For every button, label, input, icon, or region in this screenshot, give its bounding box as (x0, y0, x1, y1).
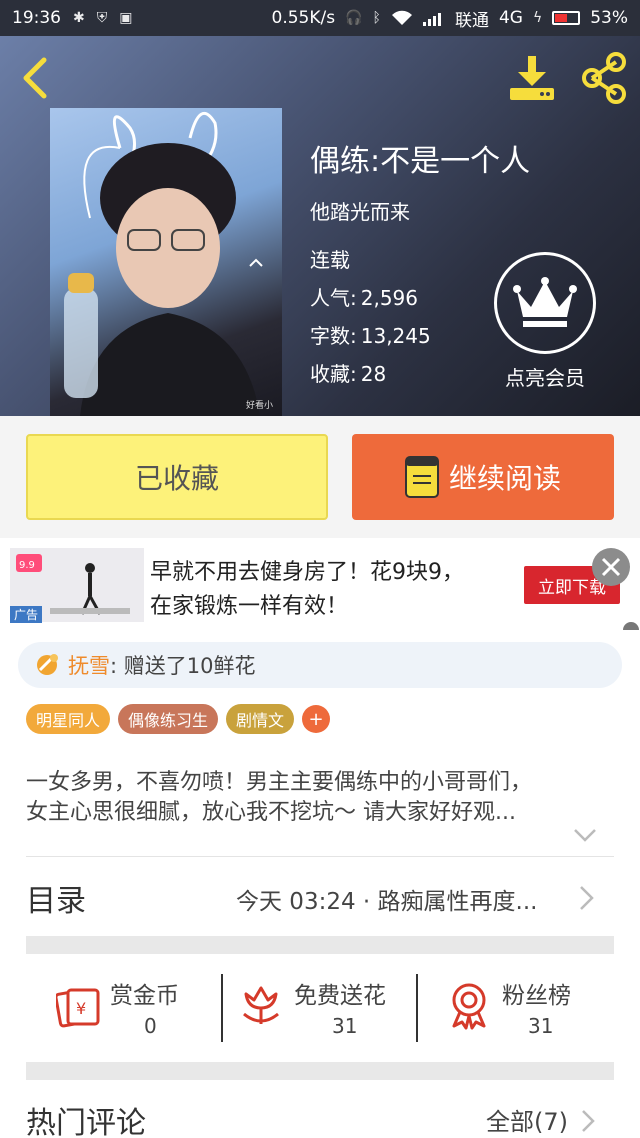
gift-message: : 赠送了10鲜花 (110, 654, 256, 678)
stats-row: ¥ 赏金币 0 免费送花 31 粉丝榜 31 (26, 956, 614, 1056)
back-icon[interactable] (14, 54, 58, 102)
flower-gift-icon (243, 986, 279, 1024)
cover-watermark: 好看小 (246, 399, 273, 411)
vip-label: 点亮会员 (505, 366, 585, 390)
gift-user: 抚雪 (68, 654, 110, 678)
book-author[interactable]: 他踏光而来 (310, 196, 410, 225)
word-count-label: 字数: (310, 324, 357, 348)
table-of-contents-row[interactable]: 目录 今天 03:24 · 路痴属性再度... (0, 860, 640, 936)
shield-icon: ⛨ (96, 10, 108, 26)
popularity-value: 2,596 (360, 286, 419, 310)
book-status: 连载 (310, 248, 350, 272)
toc-label: 目录 (26, 884, 86, 919)
android-icon: ▣ (119, 10, 133, 26)
section-separator (26, 936, 614, 954)
signal-icon (422, 13, 441, 26)
expand-chevron-icon[interactable] (572, 826, 598, 844)
action-bar: 已收藏 继续阅读 (0, 416, 640, 538)
word-count-row: 字数: 13,245 (310, 320, 431, 349)
description-line-2: 女主心思很细腻，放心我不挖坑～ 请大家好好观... (26, 800, 516, 825)
favorites-label: 收藏: (310, 362, 357, 386)
gift-notice[interactable]: 抚雪 : 赠送了10鲜花 (18, 642, 622, 688)
fan-ranking-label: 粉丝榜 (502, 983, 571, 1009)
favorites-value: 28 (360, 362, 387, 386)
section-separator (26, 1062, 614, 1080)
description-line-1: 一女多男，不喜勿喷！男主主要偶练中的小哥哥们， (26, 770, 533, 795)
tag-list: 明星同人 偶像练习生 剧情文 + (26, 704, 331, 734)
ad-banner[interactable]: 9.9 广告 早就不用去健身房了！花9块9， 在家锻炼一样有效！ 立即下载 (0, 540, 640, 632)
wifi-icon (391, 10, 412, 25)
status-bar: 19:36 ✱ ⛨ ▣ 0.55K/s 🎧 ᛒ 联通 4G ϟ 53% (0, 0, 640, 36)
ad-price-badge: 9.9 (19, 560, 35, 571)
ad-line-2: 在家锻炼一样有效！ (150, 594, 349, 619)
battery-icon (552, 11, 581, 25)
vip-button[interactable]: 点亮会员 (490, 252, 600, 392)
book-title: 偶练:不是一个人 (310, 144, 531, 179)
favorited-button[interactable]: 已收藏 (26, 434, 328, 520)
tag-item[interactable]: 明星同人 (26, 704, 111, 734)
free-flowers-value: 31 (332, 1014, 358, 1038)
book-cover[interactable]: 好看小 (50, 108, 282, 416)
continue-reading-label: 继续阅读 (448, 462, 561, 495)
book-header: 好看小 偶练:不是一个人 他踏光而来 连载 人气: 2,596 字数: 13,245… (0, 36, 640, 416)
notification-icon: ✱ (73, 10, 85, 26)
popularity-label: 人气: (310, 286, 357, 310)
headphones-icon: 🎧 (345, 10, 363, 26)
download-icon[interactable] (508, 54, 556, 102)
crown-icon (513, 277, 577, 327)
flower-icon (37, 654, 58, 675)
ad-close-icon[interactable] (592, 548, 630, 586)
fan-ranking-stat[interactable]: 粉丝榜 31 (420, 956, 614, 1056)
stat-divider (416, 974, 418, 1042)
carrier-name: 联通 (454, 10, 489, 31)
add-tag-button[interactable]: + (302, 705, 331, 733)
stat-divider (221, 974, 223, 1042)
all-comments-link[interactable]: 全部(7) (486, 1102, 568, 1137)
chevron-right-icon (580, 886, 594, 910)
cover-illustration: 好看小 (64, 111, 273, 416)
divider (26, 856, 614, 857)
popularity-row: 人气: 2,596 (310, 282, 418, 311)
tag-item[interactable]: 剧情文 (226, 704, 295, 734)
network-type: 4G (498, 8, 523, 28)
battery-percent: 53% (590, 8, 628, 28)
toc-latest-chapter: 今天 03:24 · 路痴属性再度... (236, 889, 538, 915)
ad-tag: 广告 (10, 606, 43, 623)
medal-icon (452, 983, 486, 1030)
ad-info-icon[interactable] (622, 618, 640, 632)
reward-coins-stat[interactable]: ¥ 赏金币 0 (26, 956, 222, 1056)
network-speed: 0.55K/s (271, 8, 336, 28)
hot-comments-title: 热门评论 (26, 1106, 146, 1138)
share-icon[interactable] (578, 52, 630, 104)
tag-item[interactable]: 偶像练习生 (118, 704, 219, 734)
reward-coins-value: 0 (144, 1014, 157, 1038)
fan-ranking-value: 31 (528, 1014, 554, 1038)
bluetooth-icon: ᛒ (372, 10, 381, 26)
red-envelope-icon: ¥ (56, 988, 100, 1028)
charging-icon: ϟ (532, 10, 543, 26)
continue-reading-button[interactable]: 继续阅读 (352, 434, 614, 520)
svg-text:¥: ¥ (76, 999, 86, 1018)
book-icon (404, 456, 439, 498)
free-flowers-stat[interactable]: 免费送花 31 (224, 956, 418, 1056)
ad-line-1: 早就不用去健身房了！花9块9， (150, 560, 464, 585)
favorites-row: 收藏: 28 (310, 358, 386, 387)
chevron-right-icon[interactable] (580, 1108, 596, 1134)
status-time: 19:36 (12, 8, 61, 28)
favorited-label: 已收藏 (134, 462, 219, 495)
word-count-value: 13,245 (360, 324, 431, 348)
reward-coins-label: 赏金币 (110, 983, 179, 1009)
free-flowers-label: 免费送花 (294, 983, 386, 1009)
